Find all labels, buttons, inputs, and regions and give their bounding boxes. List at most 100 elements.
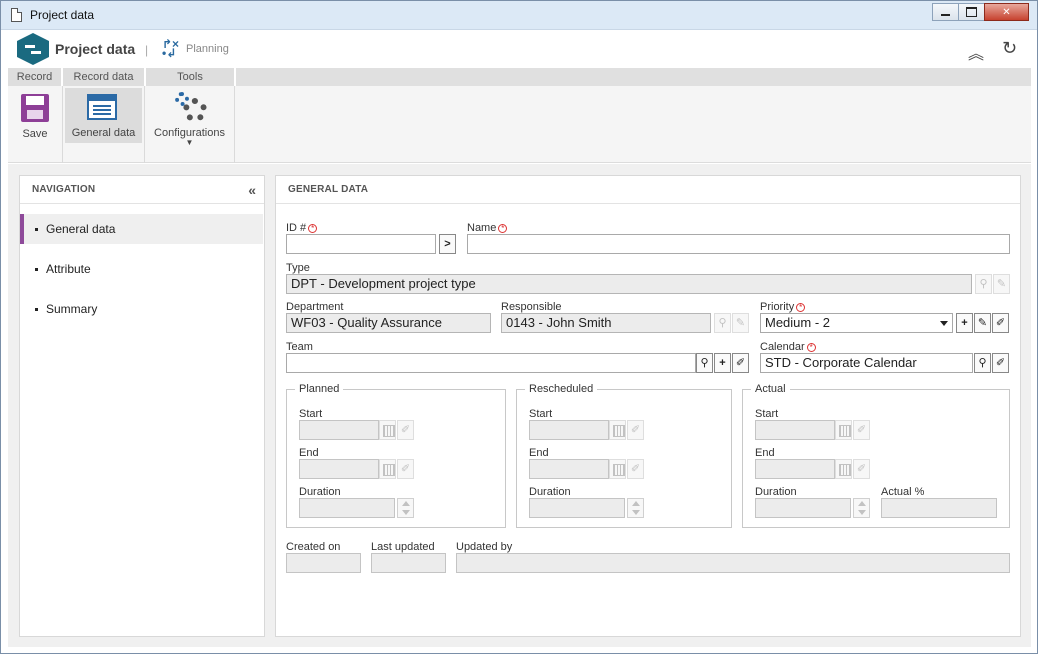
nav-item-general-data[interactable]: General data — [20, 214, 263, 244]
configurations-button[interactable]: Configurations ▼ — [145, 88, 234, 158]
actual-duration-input[interactable] — [755, 498, 851, 518]
window-controls: ✕ — [932, 3, 1029, 21]
planned-start-label: Start — [299, 408, 323, 420]
updated-by-label: Updated by — [456, 541, 513, 553]
calendar-clear-button[interactable]: ✐ — [992, 353, 1009, 373]
save-icon — [21, 94, 49, 122]
actual-percent-label: Actual % — [881, 486, 925, 498]
department-field: WF03 - Quality Assurance — [286, 313, 491, 333]
calendar-icon[interactable] — [835, 420, 852, 440]
actual-percent-input[interactable] — [881, 498, 997, 518]
priority-select[interactable]: Medium - 2 — [760, 313, 953, 333]
planned-legend: Planned — [295, 383, 344, 395]
calendar-icon[interactable] — [379, 459, 396, 479]
ribbon-tab-record: Record — [8, 68, 63, 86]
actual-start-input[interactable] — [755, 420, 835, 440]
rescheduled-duration-label: Duration — [529, 486, 571, 498]
actual-legend: Actual — [751, 383, 790, 395]
general-data-label: General data — [71, 127, 136, 139]
planning-icon: ↱× •↲ — [162, 37, 180, 60]
id-input[interactable] — [286, 234, 436, 254]
save-label: Save — [22, 128, 48, 140]
required-icon: * — [806, 343, 816, 352]
module-label: Planning — [186, 43, 229, 55]
ribbon: Save General data Configurations ▼ — [8, 86, 1031, 163]
clear-priority-button[interactable]: ✐ — [992, 313, 1009, 333]
chevron-down-icon — [940, 321, 948, 326]
save-button[interactable]: Save — [8, 88, 62, 148]
refresh-icon[interactable]: ↻ — [1002, 38, 1017, 59]
required-icon: * — [308, 224, 318, 233]
team-label: Team — [286, 341, 313, 353]
title-bar: Project data ✕ — [1, 1, 1037, 30]
rescheduled-start-input[interactable] — [529, 420, 609, 440]
clear-icon: ✐ — [853, 459, 870, 479]
planned-end-input[interactable] — [299, 459, 379, 479]
nav-item-attribute[interactable]: Attribute — [20, 254, 263, 284]
close-button[interactable]: ✕ — [984, 3, 1029, 21]
nav-item-summary[interactable]: Summary — [20, 294, 263, 324]
calendar-input[interactable]: STD - Corporate Calendar — [760, 353, 973, 373]
minimize-button[interactable] — [932, 3, 959, 21]
maximize-button[interactable] — [958, 3, 985, 21]
last-updated-label: Last updated — [371, 541, 435, 553]
calendar-icon[interactable] — [835, 459, 852, 479]
updated-by-field — [456, 553, 1010, 573]
add-priority-button[interactable]: + — [956, 313, 973, 333]
rescheduled-start-label: Start — [529, 408, 553, 420]
type-label: Type — [286, 262, 310, 274]
duration-stepper[interactable] — [627, 498, 644, 518]
calendar-icon[interactable] — [609, 420, 626, 440]
responsible-field: 0143 - John Smith — [501, 313, 711, 333]
app-header: Project data | ↱× •↲ Planning ︽ ↻ — [2, 31, 1037, 69]
collapse-panel-icon[interactable]: « — [248, 182, 256, 198]
last-updated-field — [371, 553, 446, 573]
planned-end-label: End — [299, 447, 319, 459]
edit-priority-button[interactable]: ✎ — [974, 313, 991, 333]
rescheduled-legend: Rescheduled — [525, 383, 598, 395]
team-search-button[interactable]: ⚲ — [696, 353, 713, 373]
ribbon-group-record: Save — [8, 86, 63, 163]
calendar-icon[interactable] — [609, 459, 626, 479]
required-icon: * — [796, 303, 806, 312]
rescheduled-end-label: End — [529, 447, 549, 459]
section-title: GENERAL DATA — [276, 176, 1020, 204]
ribbon-group-tools: Configurations ▼ — [145, 86, 235, 163]
name-label: Name * — [467, 222, 508, 234]
planned-duration-input[interactable] — [299, 498, 395, 518]
duration-stepper[interactable] — [397, 498, 414, 518]
priority-label: Priority * — [760, 301, 806, 313]
team-input[interactable] — [286, 353, 696, 373]
duration-stepper[interactable] — [853, 498, 870, 518]
rescheduled-duration-input[interactable] — [529, 498, 625, 518]
ribbon-tab-tools: Tools — [146, 68, 236, 86]
actual-start-label: Start — [755, 408, 779, 420]
team-clear-button[interactable]: ✐ — [732, 353, 749, 373]
calendar-icon[interactable] — [379, 420, 396, 440]
calendar-label: Calendar * — [760, 341, 816, 353]
actual-end-label: End — [755, 447, 775, 459]
id-label: ID # * — [286, 222, 318, 234]
planned-duration-label: Duration — [299, 486, 341, 498]
clear-icon: ✎ — [993, 274, 1010, 294]
header-separator: | — [145, 43, 149, 57]
next-id-button[interactable]: > — [439, 234, 456, 254]
navigation-title: NAVIGATION — [20, 176, 264, 204]
created-on-field — [286, 553, 361, 573]
created-on-label: Created on — [286, 541, 341, 553]
team-add-button[interactable]: + — [714, 353, 731, 373]
collapse-up-icon[interactable]: ︽ — [968, 40, 984, 64]
actual-group: Actual Start ✐ End ✐ Duration Actual % — [742, 383, 1010, 528]
planned-group: Planned Start ✐ End ✐ Duration — [286, 383, 506, 528]
responsible-search-icon: ⚲ — [714, 313, 731, 333]
app-window: Project data ✕ Project data | ↱× •↲ Plann… — [0, 0, 1038, 654]
responsible-label: Responsible — [501, 301, 562, 313]
general-data-button[interactable]: General data — [65, 88, 142, 143]
actual-duration-label: Duration — [755, 486, 797, 498]
search-icon: ⚲ — [975, 274, 992, 294]
calendar-search-button[interactable]: ⚲ — [974, 353, 991, 373]
name-input[interactable] — [467, 234, 1010, 254]
rescheduled-end-input[interactable] — [529, 459, 609, 479]
planned-start-input[interactable] — [299, 420, 379, 440]
actual-end-input[interactable] — [755, 459, 835, 479]
